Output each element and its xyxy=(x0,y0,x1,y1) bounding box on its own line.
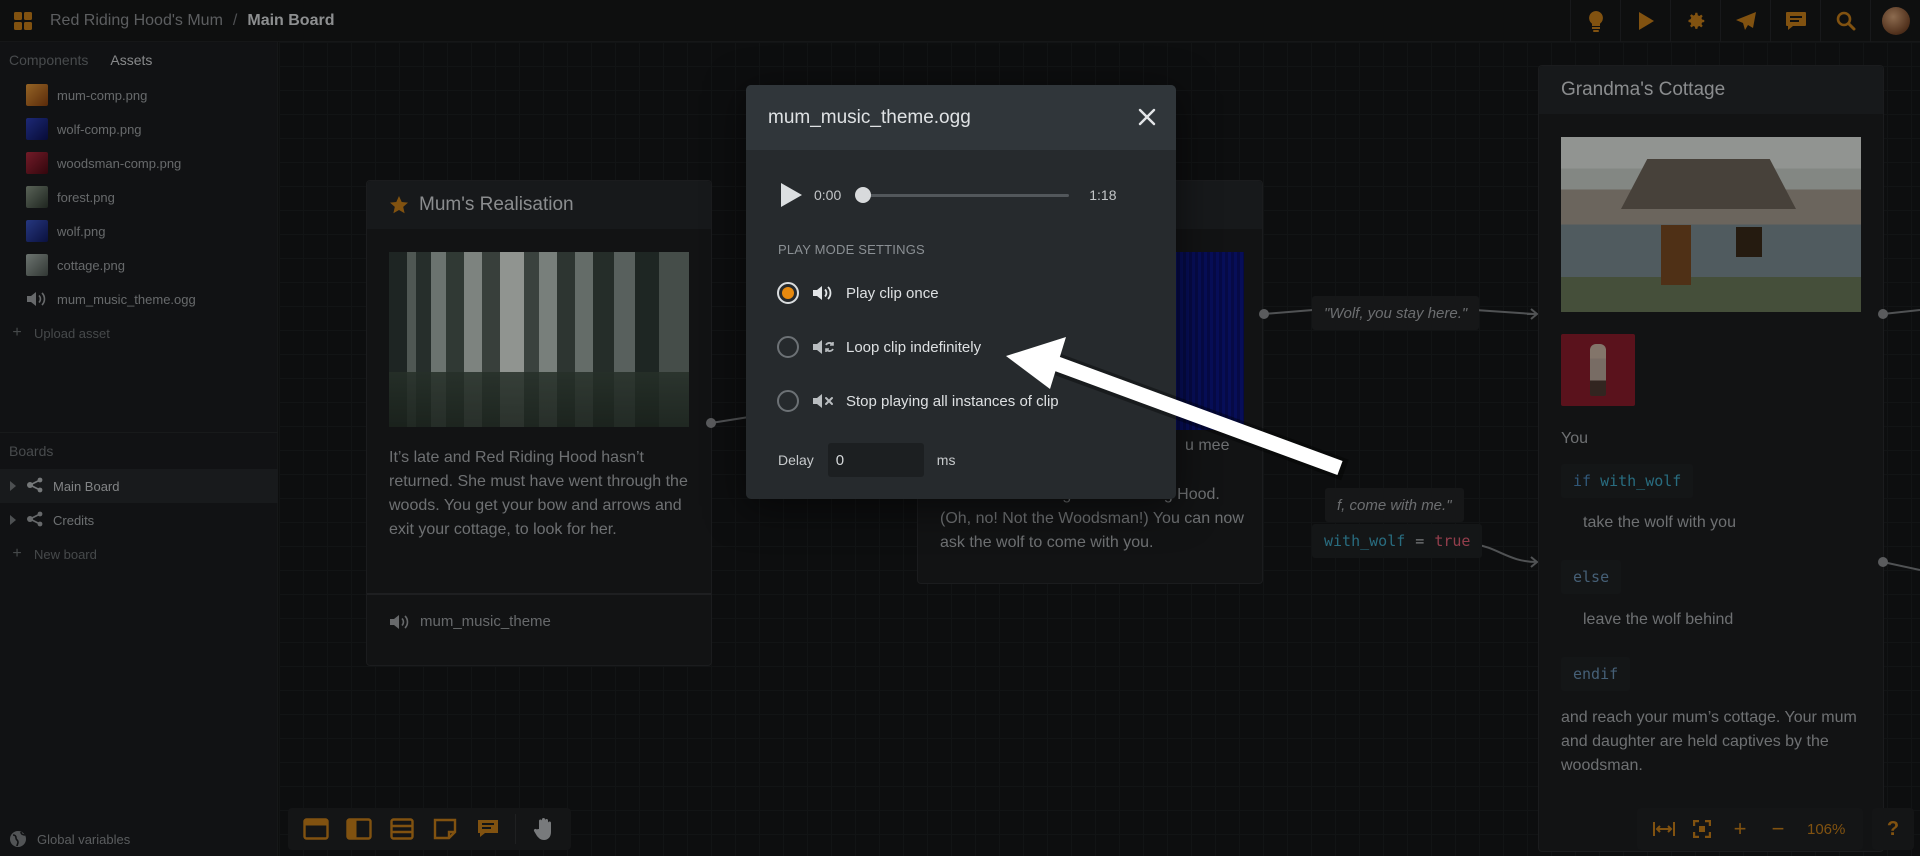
dialog-header: mum_music_theme.ogg xyxy=(746,85,1176,150)
option-label: Stop playing all instances of clip xyxy=(846,392,1059,410)
seek-handle[interactable] xyxy=(855,186,872,203)
audio-settings-dialog: mum_music_theme.ogg 0:00 1:18 PLAY MODE … xyxy=(746,85,1176,499)
speaker-loop-icon xyxy=(812,339,836,355)
option-stop-all[interactable]: Stop playing all instances of clip xyxy=(777,389,1059,413)
delay-unit: ms xyxy=(936,452,956,468)
close-icon[interactable] xyxy=(1136,106,1158,128)
total-time: 1:18 xyxy=(1089,187,1117,203)
delay-input[interactable] xyxy=(827,443,924,477)
option-play-once[interactable]: Play clip once xyxy=(777,281,939,305)
radio-play-once[interactable] xyxy=(777,282,799,304)
play-mode-settings-title: PLAY MODE SETTINGS xyxy=(778,242,925,257)
option-label: Play clip once xyxy=(846,284,939,302)
dialog-title: mum_music_theme.ogg xyxy=(768,106,971,128)
option-label: Loop clip indefinitely xyxy=(846,338,982,356)
radio-stop-all[interactable] xyxy=(777,390,799,412)
speaker-play-icon xyxy=(812,285,836,301)
delay-label: Delay xyxy=(778,452,814,468)
delay-row: Delay ms xyxy=(778,443,955,477)
audio-player: 0:00 1:18 xyxy=(778,180,1148,210)
speaker-mute-icon xyxy=(812,393,836,409)
seek-bar[interactable] xyxy=(855,186,1070,203)
radio-loop[interactable] xyxy=(777,336,799,358)
play-icon[interactable] xyxy=(778,181,804,209)
current-time: 0:00 xyxy=(814,187,842,203)
option-loop[interactable]: Loop clip indefinitely xyxy=(777,335,981,359)
